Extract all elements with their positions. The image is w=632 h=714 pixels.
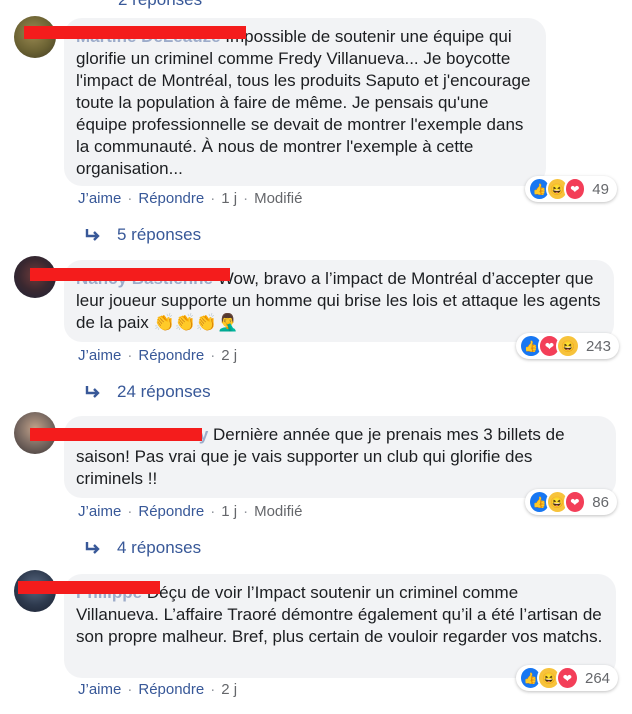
reactions-summary[interactable]: 👍 😆 ❤ 86: [525, 489, 617, 515]
reply-link[interactable]: Répondre: [138, 347, 204, 364]
comment-actions: J’aime · Répondre · 1 j · Modifié: [78, 190, 302, 207]
timestamp[interactable]: 2 j: [221, 681, 237, 698]
separator: ·: [210, 681, 216, 698]
separator: ·: [127, 681, 133, 698]
comment-actions: J’aime · Répondre · 1 j · Modifié: [78, 503, 302, 520]
like-link[interactable]: J’aime: [78, 681, 121, 698]
like-link[interactable]: J’aime: [78, 347, 121, 364]
replies-count[interactable]: 24 réponses: [117, 382, 211, 402]
love-reaction-icon: ❤: [563, 177, 587, 201]
redaction-bar: [18, 581, 160, 594]
separator: ·: [210, 190, 216, 207]
separator: ·: [127, 347, 133, 364]
reaction-count: 49: [592, 180, 609, 198]
separator: ·: [210, 347, 216, 364]
reactions-summary[interactable]: 👍 😆 ❤ 49: [525, 176, 617, 202]
previous-replies-link[interactable]: 2 réponses: [118, 0, 202, 10]
edited-label: Modifié: [254, 503, 303, 520]
reply-arrow-icon: [85, 229, 100, 241]
separator: ·: [127, 503, 133, 520]
view-replies-link[interactable]: 4 réponses: [84, 538, 201, 558]
separator: ·: [210, 503, 216, 520]
reply-arrow-icon: [85, 386, 100, 398]
like-link[interactable]: J’aime: [78, 503, 121, 520]
reaction-count: 243: [585, 337, 611, 355]
comment-actions: J’aime · Répondre · 2 j: [78, 681, 237, 698]
haha-reaction-icon: 😆: [556, 334, 580, 358]
timestamp[interactable]: 2 j: [221, 347, 237, 364]
redaction-bar: [30, 428, 202, 441]
redaction-bar: [30, 268, 230, 281]
reply-link[interactable]: Répondre: [138, 503, 204, 520]
reaction-count: 264: [584, 669, 611, 687]
view-replies-link[interactable]: 24 réponses: [84, 382, 211, 402]
reply-link[interactable]: Répondre: [138, 681, 204, 698]
edited-label: Modifié: [254, 190, 303, 207]
timestamp[interactable]: 1 j: [221, 190, 237, 207]
view-replies-link[interactable]: 5 réponses: [84, 225, 201, 245]
reaction-count: 86: [592, 493, 609, 511]
comment-actions: J’aime · Répondre · 2 j: [78, 347, 237, 364]
separator: ·: [127, 190, 133, 207]
replies-count[interactable]: 4 réponses: [117, 538, 201, 558]
timestamp[interactable]: 1 j: [221, 503, 237, 520]
comment-bubble: Martine DeLeauze Impossible de soutenir …: [64, 18, 546, 186]
love-reaction-icon: ❤: [563, 490, 587, 514]
reactions-summary[interactable]: 👍 😆 ❤ 264: [516, 665, 618, 691]
separator: ·: [243, 503, 249, 520]
like-link[interactable]: J’aime: [78, 190, 121, 207]
redaction-bar: [24, 26, 246, 39]
love-reaction-icon: ❤: [555, 666, 579, 690]
reply-link[interactable]: Répondre: [138, 190, 204, 207]
separator: ·: [243, 190, 249, 207]
reactions-summary[interactable]: 👍 ❤ 😆 243: [516, 333, 619, 359]
reply-arrow-icon: [85, 542, 100, 554]
comment-text: Impossible de soutenir une équipe qui gl…: [76, 27, 531, 178]
replies-count[interactable]: 5 réponses: [117, 225, 201, 245]
